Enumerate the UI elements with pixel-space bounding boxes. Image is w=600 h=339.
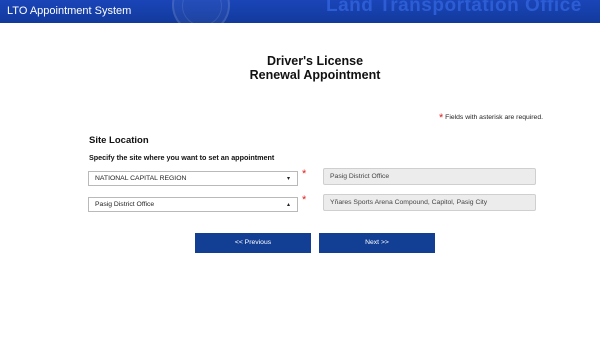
office-required-marker: * bbox=[302, 194, 307, 206]
office-address-display: Yñares Sports Arena Compound, Capitol, P… bbox=[323, 194, 536, 211]
chevron-up-icon: ▴ bbox=[286, 202, 290, 208]
page-title: Driver's License Renewal Appointment bbox=[0, 54, 600, 82]
app-title: LTO Appointment System bbox=[7, 5, 132, 17]
next-button[interactable]: Next >> bbox=[319, 233, 435, 253]
region-select-value: NATIONAL CAPITAL REGION bbox=[95, 175, 187, 182]
previous-button[interactable]: << Previous bbox=[195, 233, 311, 253]
page-title-line1: Driver's License bbox=[266, 54, 364, 68]
required-note-text: Fields with asterisk are required. bbox=[445, 114, 544, 121]
region-required-marker: * bbox=[302, 168, 307, 180]
office-address-value: Yñares Sports Arena Compound, Capitol, P… bbox=[330, 199, 488, 206]
page-title-line2: Renewal Appointment bbox=[249, 68, 381, 82]
required-asterisk: * bbox=[439, 112, 444, 124]
section-instruction: Specify the site where you want to set a… bbox=[89, 153, 275, 162]
section-title: Site Location bbox=[89, 135, 149, 146]
chevron-down-icon: ▾ bbox=[286, 176, 290, 182]
required-fields-note: * Fields with asterisk are required. bbox=[439, 110, 544, 124]
office-select-value: Pasig District Office bbox=[95, 201, 155, 208]
office-select[interactable]: Pasig District Office ▴ bbox=[88, 197, 298, 212]
agency-watermark: Land Transportation Office bbox=[326, 0, 582, 16]
office-name-display: Pasig District Office bbox=[323, 168, 536, 185]
header-banner: LTO Appointment System Land Transportati… bbox=[0, 0, 600, 23]
region-select[interactable]: NATIONAL CAPITAL REGION ▾ bbox=[88, 171, 298, 186]
lto-seal-icon bbox=[172, 0, 230, 23]
office-name-value: Pasig District Office bbox=[330, 173, 390, 180]
